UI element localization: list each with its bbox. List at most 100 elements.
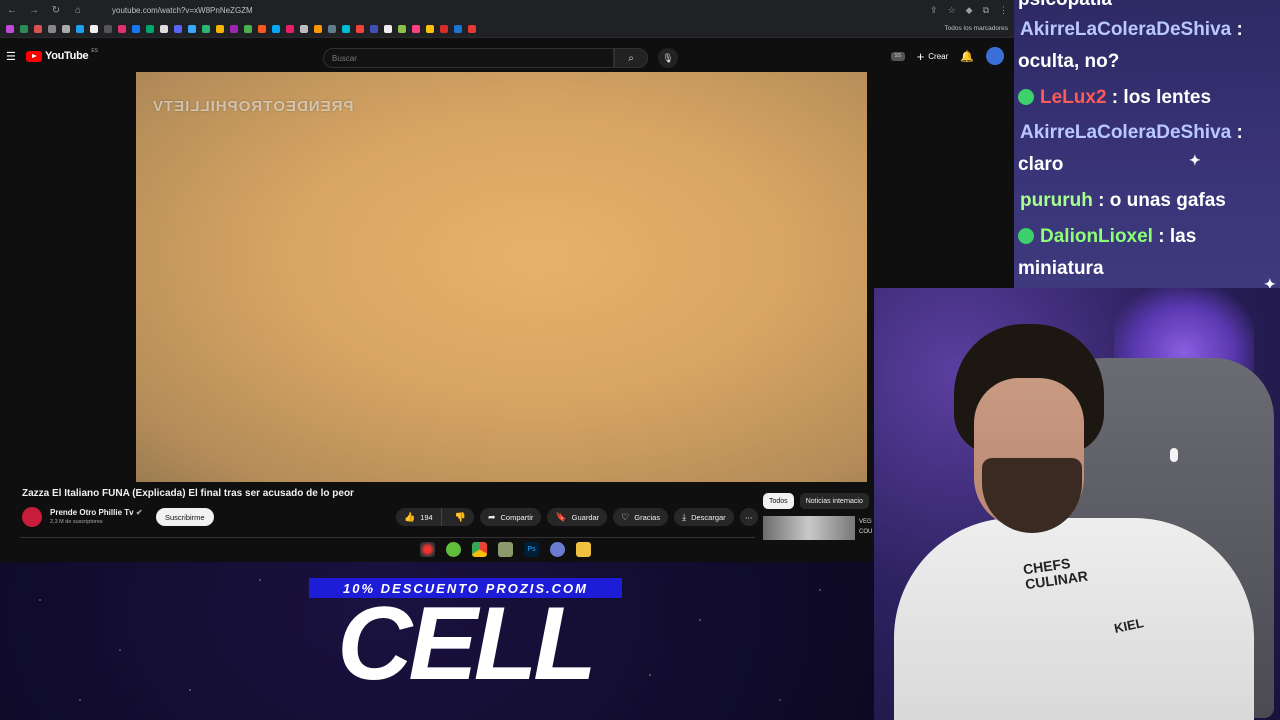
thanks-button[interactable]: ♡ Gracias <box>613 508 669 526</box>
create-button[interactable]: + Crear <box>917 49 949 64</box>
download-button[interactable]: ⤓ Descargar <box>674 508 734 526</box>
bookmark-icon[interactable] <box>48 24 56 33</box>
search-input[interactable]: Buscar <box>323 48 614 68</box>
bookmark-icon[interactable] <box>230 24 238 33</box>
related-video-title[interactable]: VEG COU <box>859 517 872 537</box>
bookmark-icon[interactable] <box>62 24 70 33</box>
related-video-thumbnail[interactable] <box>763 516 855 540</box>
thumbs-down-icon: 👎 <box>454 511 466 522</box>
bookmark-icon[interactable] <box>314 24 322 33</box>
chat-username: AkirreLaColeraDeShiva <box>1020 19 1232 40</box>
bookmark-icon[interactable] <box>174 24 182 33</box>
save-button[interactable]: 🔖 Guardar <box>547 508 608 526</box>
forward-icon[interactable]: → <box>28 5 40 16</box>
account-avatar[interactable] <box>986 47 1004 65</box>
url-text[interactable]: youtube.com/watch?v=xW8PnNeZGZM <box>112 6 920 15</box>
channel-avatar[interactable] <box>22 507 42 527</box>
more-actions-button[interactable]: ⋯ <box>739 508 758 526</box>
hamburger-menu-icon[interactable]: ☰ <box>6 50 20 63</box>
chip-all[interactable]: Todos <box>763 493 794 509</box>
related-title-line: VEG <box>859 519 872 525</box>
bookmark-icon[interactable] <box>202 24 210 33</box>
bookmark-icon[interactable] <box>356 24 364 33</box>
chat-message: AkirreLaColeraDeShiva : <box>1020 117 1280 149</box>
app-icon[interactable] <box>498 542 513 557</box>
subscribe-button[interactable]: Suscribirme <box>156 508 214 526</box>
cast-icon[interactable]: SS <box>890 51 905 61</box>
bookmark-icon[interactable] <box>20 24 28 33</box>
chrome-icon[interactable] <box>472 542 487 557</box>
bookmark-icon[interactable] <box>468 24 476 33</box>
youtube-header: ☰ YouTube ES Buscar ⌕ 🎙 SS + Crear 🔔 <box>0 38 1014 74</box>
like-button[interactable]: 👍 194 <box>396 508 442 526</box>
bookmarks-bar: Todos los marcadores <box>0 20 1014 38</box>
bookmark-icon[interactable] <box>244 24 252 33</box>
app-icon[interactable] <box>446 542 461 557</box>
verified-check-icon: ✔ <box>135 508 143 517</box>
channel-row: Prende Otro Phillie Tv ✔ 2,3 M de suscri… <box>22 506 758 528</box>
obs-app-icon[interactable] <box>420 542 435 557</box>
chat-username: pururuh <box>1020 190 1093 211</box>
home-icon[interactable]: ⌂ <box>72 5 84 16</box>
bookmark-icon[interactable] <box>258 24 266 33</box>
extensions-puzzle-icon[interactable]: ⧉ <box>983 5 989 16</box>
reload-icon[interactable]: ↻ <box>50 5 62 16</box>
video-player[interactable] <box>136 72 867 482</box>
bookmark-icon[interactable] <box>384 24 392 33</box>
bookmark-icon[interactable] <box>286 24 294 33</box>
dislike-button[interactable]: 👎 <box>447 512 474 523</box>
bookmark-icon[interactable] <box>6 24 14 33</box>
bookmark-icon[interactable] <box>342 24 350 33</box>
bookmark-icon[interactable] <box>34 24 42 33</box>
bookmark-icon[interactable] <box>104 24 112 33</box>
bookmark-icon[interactable] <box>146 24 154 33</box>
bookmark-icon[interactable] <box>412 24 420 33</box>
all-bookmarks-link[interactable]: Todos los marcadores <box>944 25 1008 32</box>
subscriber-count: 2,3 M de suscriptores <box>50 519 103 525</box>
chat-separator: : <box>1106 87 1119 108</box>
menu-icon[interactable]: ⋮ <box>999 5 1008 16</box>
chip-international-news[interactable]: Noticias internacio <box>799 493 869 509</box>
bookmark-icon[interactable] <box>426 24 434 33</box>
extension-icon[interactable]: ◆ <box>966 5 973 16</box>
share-page-icon[interactable]: ⇪ <box>930 5 938 16</box>
voice-search-button[interactable]: 🎙 <box>658 48 678 68</box>
bookmark-icon[interactable] <box>300 24 308 33</box>
chat-message: AkirreLaColeraDeShiva : <box>1020 14 1280 46</box>
bookmark-star-icon[interactable]: ☆ <box>948 5 956 16</box>
youtube-region-code: ES <box>91 48 98 54</box>
notifications-bell-icon[interactable]: 🔔 <box>960 50 974 63</box>
search-icon: ⌕ <box>628 52 634 64</box>
related-title-line: COU <box>859 529 873 535</box>
like-dislike-group: 👍 194 👎 <box>396 508 474 526</box>
bookmark-icon[interactable] <box>118 24 126 33</box>
youtube-play-icon <box>26 50 42 62</box>
microphone-icon: 🎙 <box>662 52 674 63</box>
bookmark-icon[interactable] <box>398 24 406 33</box>
channel-name[interactable]: Prende Otro Phillie Tv ✔ <box>50 508 143 517</box>
bookmark-icon[interactable] <box>76 24 84 33</box>
chat-overlay: psicopatia AkirreLaColeraDeShiva : ocult… <box>1014 0 1280 292</box>
heart-dollar-icon: ♡ <box>621 511 630 522</box>
header-actions: SS + Crear 🔔 <box>890 47 1004 65</box>
bookmark-icon[interactable] <box>188 24 196 33</box>
bookmark-icon[interactable] <box>440 24 448 33</box>
bookmark-icon[interactable] <box>132 24 140 33</box>
youtube-logo[interactable]: YouTube ES <box>26 48 98 62</box>
back-icon[interactable]: ← <box>6 5 18 16</box>
bookmark-icon[interactable] <box>160 24 168 33</box>
chat-username: AkirreLaColeraDeShiva <box>1020 122 1232 143</box>
search-button[interactable]: ⌕ <box>614 48 648 68</box>
discord-icon[interactable] <box>550 542 565 557</box>
bookmark-icon[interactable] <box>272 24 280 33</box>
photoshop-icon[interactable]: Ps <box>524 542 539 557</box>
create-label: Crear <box>928 51 949 61</box>
file-explorer-icon[interactable] <box>576 542 591 557</box>
bookmark-icon[interactable] <box>370 24 378 33</box>
bookmark-icon[interactable] <box>328 24 336 33</box>
bookmark-icon[interactable] <box>454 24 462 33</box>
bookmark-icon[interactable] <box>90 24 98 33</box>
bookmark-icon[interactable] <box>216 24 224 33</box>
video-actions: 👍 194 👎 ➦ Compartir 🔖 Guardar ♡ Gracias ⤓ Des… <box>396 508 758 526</box>
share-button[interactable]: ➦ Compartir <box>479 508 542 526</box>
